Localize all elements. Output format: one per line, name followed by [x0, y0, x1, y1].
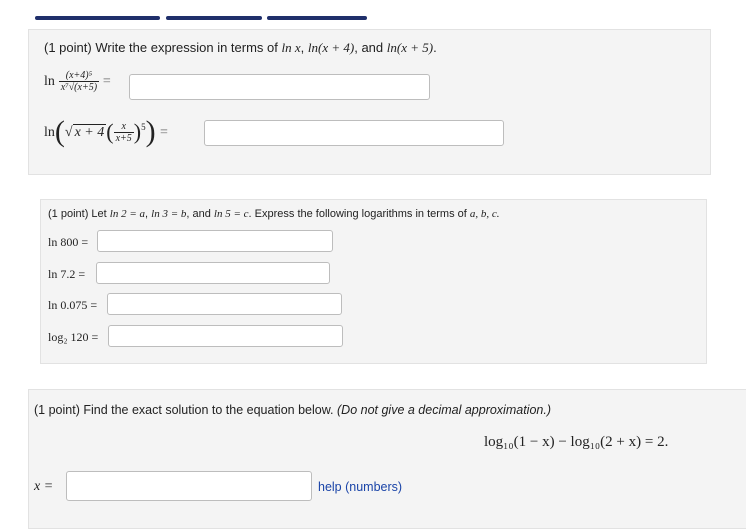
given-ln3: ln 3 = b	[151, 208, 187, 220]
inner-right-paren: )	[133, 119, 142, 144]
inner-fraction: x x+5	[113, 121, 134, 144]
fraction-denominator: x⁷√(x+5)	[60, 82, 98, 93]
equals-sign: =	[160, 125, 168, 141]
given-ln5: ln 5 = c	[213, 208, 249, 220]
expression-2-answer-input[interactable]	[204, 120, 504, 146]
inner-denominator: x+5	[115, 132, 132, 144]
item-ln-800-label: ln 800 =	[48, 235, 89, 249]
points-label: (1 point)	[44, 40, 92, 55]
item-ln-0-075-label: ln 0.075 =	[48, 298, 98, 312]
x-equals-label: x =	[34, 479, 54, 494]
and-word: and	[192, 208, 211, 220]
inner-numerator: x	[113, 121, 134, 133]
inner-left-paren: (	[106, 119, 114, 144]
prompt-note: (Do not give a decimal approximation.)	[337, 403, 551, 417]
let-word: Let	[91, 208, 107, 220]
prompt-text: Write the expression in terms of	[95, 40, 278, 55]
expression-1-answer-input[interactable]	[129, 74, 430, 100]
equals-sign: =	[102, 74, 111, 90]
top-tab-bar-3	[267, 16, 367, 20]
problem-2-prompt: (1 point) Let ln 2 = a, ln 3 = b, and ln…	[48, 208, 500, 220]
equation: log₁₀(1 − x) − log₁₀(2 + x) = 2.	[484, 434, 669, 450]
top-tab-bar-2	[166, 16, 262, 20]
fraction-numerator: (x+4)⁵	[58, 70, 100, 82]
term-ln-x-plus-4: ln(x + 4)	[307, 40, 355, 55]
points-label: (1 point)	[48, 208, 89, 220]
sqrt-radical: √ x + 4	[64, 124, 107, 141]
expression-1-fraction: (x+4)⁵ x⁷√(x+5)	[58, 70, 100, 93]
item-ln-7-2-input[interactable]	[96, 262, 330, 284]
help-numbers-link[interactable]: help (numbers)	[318, 480, 402, 494]
term-ln-x-plus-5: ln(x + 5)	[386, 40, 434, 55]
radicand: x + 4	[72, 124, 107, 141]
problem-1-prompt: (1 point) Write the expression in terms …	[44, 40, 437, 55]
and-word: and	[361, 40, 384, 55]
top-tab-bar-1	[35, 16, 160, 20]
item-ln-0-075-input[interactable]	[107, 293, 342, 315]
problem-3-prompt: (1 point) Find the exact solution to the…	[34, 403, 551, 417]
prompt-text: Find the exact solution to the equation …	[83, 403, 334, 417]
ln-label: ln	[44, 74, 55, 90]
item-log2-120-input[interactable]	[108, 325, 343, 347]
prompt-text: Express the following logarithms in term…	[254, 208, 467, 220]
expression-2: ln(√ x + 4(x x+5)5) =	[44, 115, 168, 149]
left-paren: (	[54, 115, 65, 148]
right-paren: )	[145, 115, 156, 148]
variables: a, b, c.	[469, 208, 500, 220]
ln-label: ln	[44, 125, 55, 141]
item-ln-800-input[interactable]	[97, 230, 333, 252]
given-ln2: ln 2 = a	[109, 208, 146, 220]
points-label: (1 point)	[34, 403, 80, 417]
item-log2-120-label: log₂ 120 =	[48, 330, 99, 344]
term-ln-x: ln x	[281, 40, 301, 55]
item-ln-7-2-label: ln 7.2 =	[48, 267, 86, 281]
solution-input[interactable]	[66, 471, 312, 501]
expression-1: ln (x+4)⁵ x⁷√(x+5) =	[44, 70, 111, 93]
